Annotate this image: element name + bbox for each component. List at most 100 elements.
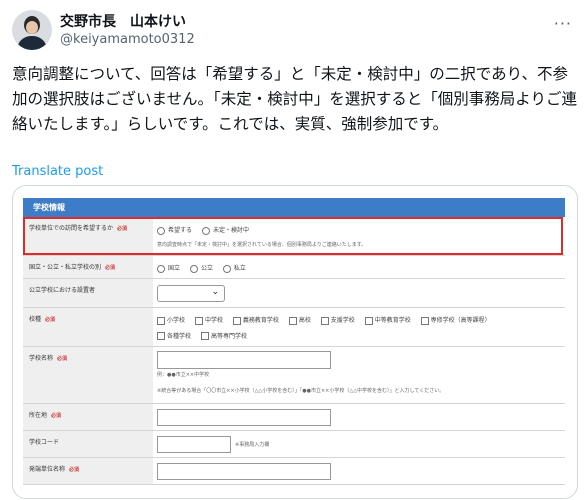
type-option[interactable]: 高校	[288, 315, 311, 325]
form-row-kind: 国立・公立・私立学校の別 必須 国立 公立 私立	[23, 256, 565, 279]
visit-label-text: 学校単位での訪問を希望するか	[29, 225, 114, 232]
visit-option-hope-label: 希望する	[168, 227, 193, 234]
visit-value: 希望する 未定・検討中 意向調査時点で「未定・検討中」を選択されている場合、個別…	[157, 217, 565, 255]
chevron-down-icon: ⌄	[211, 287, 219, 297]
code-label: 学校コード	[23, 431, 153, 457]
tweet-text: 意向調整について、回答は「希望する」と「未定・検討中」の二択であり、不参加の選択…	[12, 65, 577, 133]
type-option-label: 中等教育学校	[374, 317, 411, 324]
author-avatar[interactable]	[12, 10, 52, 50]
school-name-value: 例：●●市立××中学校 ※統合等がある場合「〇〇市立××小学校（△△小学校を含む…	[157, 347, 565, 403]
kind-option-public[interactable]: 公立	[189, 263, 213, 273]
board-label-text: 公立学校における設置者	[29, 287, 96, 294]
radio-icon	[157, 264, 165, 273]
visit-option-undecided[interactable]: 未定・検討中	[201, 225, 249, 235]
address-value	[157, 404, 565, 430]
type-option[interactable]: 義務教育学校	[232, 315, 279, 325]
kind-value: 国立 公立 私立	[157, 256, 565, 278]
form-row-address: 所在地 必須	[23, 404, 565, 431]
visit-option-undecided-label: 未定・検討中	[212, 227, 249, 234]
required-mark: 必須	[51, 413, 62, 419]
type-option[interactable]: 小学校	[157, 315, 185, 325]
kind-label-text: 国立・公立・私立学校の別	[29, 264, 102, 271]
school-name-example: 例：●●市立××中学校	[157, 372, 210, 378]
board-label: 公立学校における設置者	[23, 279, 153, 307]
avatar-face-shape	[26, 21, 38, 34]
checkbox-icon	[420, 316, 429, 325]
checkbox-icon	[288, 316, 297, 325]
code-note: ※事務局入力欄	[235, 442, 270, 448]
type-option-label: 各種学校	[167, 332, 192, 340]
address-label-text: 所在地	[29, 412, 48, 419]
required-mark: 必須	[105, 265, 116, 271]
type-option-label: 高校	[298, 317, 311, 324]
type-value: 小学校 中学校 義務教育学校 高校 支援学校 中等教育学校 専修学校（高等課程）…	[157, 308, 565, 346]
visit-note: 意向調査時点で「未定・検討中」を選択されている場合、個別事務局よりご連絡いたしま…	[157, 241, 367, 248]
type-option-label: 支援学校	[330, 317, 355, 324]
form-row-sender: 発端単位名称 必須	[23, 458, 565, 485]
radio-icon	[189, 264, 198, 273]
radio-icon	[201, 226, 210, 235]
form-row-school-name: 学校名称 必須 例：●●市立××中学校 ※統合等がある場合「〇〇市立××小学校（△…	[23, 347, 565, 404]
type-option-label: 専修学校（高等課程）	[430, 317, 491, 324]
type-option-label: 高等専門学校	[210, 332, 247, 340]
radio-icon	[222, 264, 231, 273]
school-name-label: 学校名称 必須	[23, 347, 153, 403]
form-section-header: 学校情報	[23, 198, 565, 217]
checkbox-icon	[320, 316, 329, 325]
kind-label: 国立・公立・私立学校の別 必須	[23, 256, 153, 278]
code-label-text: 学校コード	[29, 439, 60, 446]
type-option-label: 中学校	[204, 317, 223, 324]
visit-option-hope[interactable]: 希望する	[157, 225, 192, 235]
school-info-form: 学校情報 学校単位での訪問を希望するか 必須 希望する 未定・検討中 意向調査時点…	[23, 198, 565, 485]
code-value: ※事務局入力欄	[157, 431, 565, 457]
translate-post-link[interactable]: Translate post	[12, 164, 103, 179]
avatar-body-shape	[17, 36, 47, 50]
school-name-input[interactable]	[157, 351, 331, 369]
required-mark: 必須	[117, 226, 128, 232]
checkbox-icon	[194, 316, 203, 325]
form-row-type: 校種 必須 小学校 中学校 義務教育学校 高校 支援学校 中等教育学校 専修学校（…	[23, 308, 565, 347]
sender-input[interactable]	[157, 463, 331, 480]
form-row-board: 公立学校における設置者 ⌄	[23, 279, 565, 308]
author-handle[interactable]: @keiyamamoto0312	[60, 32, 195, 47]
kind-option-national[interactable]: 国立	[157, 263, 180, 273]
board-select[interactable]: ⌄	[157, 285, 225, 302]
sender-value	[157, 458, 565, 484]
type-option[interactable]: 支援学校	[320, 315, 355, 325]
tweet-header: 交野市長 山本けい @keiyamamoto0312 ···	[12, 10, 576, 52]
type-option-label: 義務教育学校	[242, 317, 279, 324]
sender-label-text: 発端単位名称	[29, 466, 66, 473]
type-option[interactable]: 専修学校（高等課程）	[420, 315, 491, 325]
address-input[interactable]	[157, 409, 331, 426]
school-name-note: ※統合等がある場合「〇〇市立××小学校（△△小学校を含む）」「●●市立××小学校…	[157, 388, 445, 394]
more-options-icon[interactable]: ···	[554, 14, 572, 33]
kind-option-private-label: 私立	[233, 265, 246, 272]
type-option[interactable]: 高等専門学校	[200, 331, 247, 340]
checkbox-icon	[232, 316, 241, 325]
radio-icon	[157, 226, 165, 235]
kind-option-public-label: 公立	[200, 265, 213, 272]
type-option[interactable]: 中学校	[194, 315, 223, 325]
visit-label: 学校単位での訪問を希望するか 必須	[23, 217, 153, 255]
type-label: 校種 必須	[23, 308, 153, 346]
required-mark: 必須	[57, 356, 68, 362]
type-option[interactable]: 各種学校	[157, 331, 192, 340]
type-label-text: 校種	[29, 316, 42, 323]
type-option[interactable]: 中等教育学校	[364, 315, 411, 325]
type-options-row1: 小学校 中学校 義務教育学校 高校 支援学校 中等教育学校 専修学校（高等課程）	[157, 315, 565, 325]
required-mark: 必須	[45, 317, 56, 323]
form-row-code: 学校コード ※事務局入力欄	[23, 431, 565, 458]
type-option-label: 小学校	[167, 317, 186, 324]
code-input[interactable]	[157, 436, 231, 453]
form-row-visit: 学校単位での訪問を希望するか 必須 希望する 未定・検討中 意向調査時点で「未定・…	[23, 217, 565, 256]
kind-option-national-label: 国立	[168, 265, 181, 272]
checkbox-icon	[364, 316, 373, 325]
school-name-label-text: 学校名称	[29, 355, 54, 362]
board-value: ⌄	[157, 279, 565, 307]
kind-option-private[interactable]: 私立	[222, 263, 246, 273]
address-label: 所在地 必須	[23, 404, 153, 430]
attached-image[interactable]: 学校情報 学校単位での訪問を希望するか 必須 希望する 未定・検討中 意向調査時点…	[12, 185, 578, 499]
required-mark: 必須	[69, 467, 80, 473]
author-name[interactable]: 交野市長 山本けい	[60, 11, 186, 31]
checkbox-icon	[157, 316, 165, 325]
